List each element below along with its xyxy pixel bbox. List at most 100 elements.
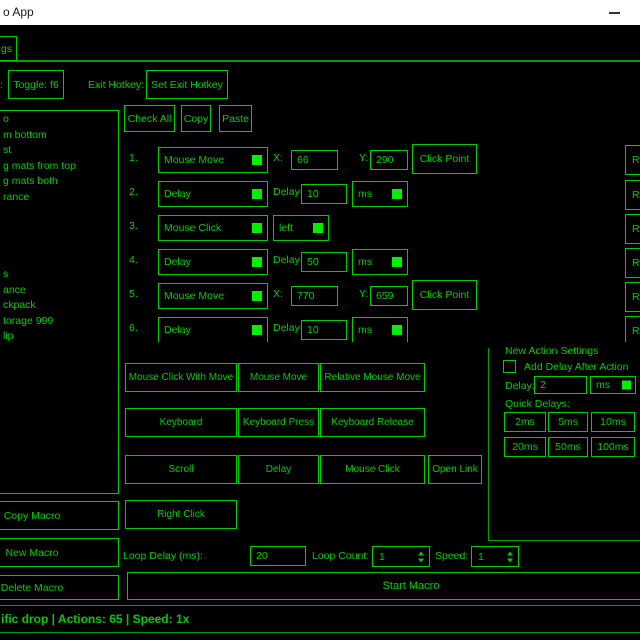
macro-list-item[interactable]: s [0,267,118,283]
remove-action-button[interactable]: R [625,180,640,210]
spinner-arrows-icon[interactable] [507,551,513,562]
remove-action-button[interactable]: R [625,248,640,278]
y-input[interactable] [370,286,408,306]
action-row-number: 2. [129,186,138,198]
action-type-dropdown[interactable]: Mouse Move [158,283,268,309]
quick-delay-50ms-button[interactable]: 50ms [548,437,588,457]
minimize-icon[interactable] [609,12,620,14]
action-type-dropdown[interactable]: Delay [158,317,268,342]
delay-input[interactable] [301,184,347,204]
toggle-hotkey-button[interactable]: Toggle: f6 [8,70,64,99]
dropdown-indicator-icon [392,189,402,199]
palette-mouse-click-button[interactable]: Mouse Click [320,455,425,484]
new-action-settings-border-left [488,348,489,541]
x-label: X: [273,152,283,164]
palette-mouse-move-button[interactable]: Mouse Move [238,363,319,392]
macro-list-item[interactable]: g mats both [0,174,118,190]
palette-keyboard-press-button[interactable]: Keyboard Press [238,408,319,437]
macro-list-item[interactable]: torage 999 [0,314,118,330]
set-exit-hotkey-button[interactable]: Set Exit Hotkey [146,70,228,99]
paste-actions-button[interactable]: Paste [219,105,252,132]
add-delay-checkbox[interactable] [503,360,516,373]
delay-unit-dropdown[interactable]: ms [352,317,408,342]
palette-delay-button[interactable]: Delay [238,455,319,484]
start-macro-button[interactable]: Start Macro [127,572,640,600]
spinner-arrows-icon[interactable] [418,551,424,562]
action-type-value: Mouse Move [164,290,224,302]
palette-keyboard-button[interactable]: Keyboard [125,408,237,437]
remove-action-button[interactable]: R [625,145,640,175]
nas-delay-label: Delay: [505,380,535,392]
quick-delays-label: Quick Delays: [505,398,570,410]
dropdown-indicator-icon [622,381,631,390]
quick-delay-5ms-button[interactable]: 5ms [548,412,588,432]
nas-delay-input[interactable] [534,376,587,394]
x-input[interactable] [291,150,338,170]
macro-list[interactable]: o m bottom st g mats from top g mats bot… [0,110,119,494]
speed-spinner[interactable]: 1 [471,546,519,567]
quick-delay-10ms-button[interactable]: 10ms [591,412,635,432]
delay-unit-dropdown[interactable]: ms [352,181,408,207]
copy-macro-button[interactable]: Copy Macro [0,501,119,530]
macro-list-item[interactable] [0,252,118,268]
macro-list-item[interactable]: o [0,112,118,128]
macro-list-item[interactable]: ckpack [0,298,118,314]
macro-list-item[interactable]: m bottom [0,128,118,144]
status-bar: ific drop | Actions: 65 | Speed: 1x [0,605,640,633]
nas-delay-unit-dropdown[interactable]: ms [590,376,636,394]
macro-list-item[interactable]: rance [0,190,118,206]
loop-count-spinner[interactable]: 1 [372,546,430,567]
copy-actions-button[interactable]: Copy [181,105,211,132]
action-row-number: 5. [129,288,138,300]
check-all-button[interactable]: Check All [124,105,175,132]
y-label: Y: [359,152,368,164]
remove-action-button[interactable]: R [625,214,640,244]
macro-list-item[interactable] [0,221,118,237]
palette-relative-mouse-move-button[interactable]: Relative Mouse Move [320,363,425,392]
macro-list-item[interactable]: st [0,143,118,159]
action-type-dropdown[interactable]: Mouse Click [158,215,268,241]
action-row-number: 4. [129,254,138,266]
macro-list-item[interactable]: g mats from top [0,159,118,175]
quick-delay-20ms-button[interactable]: 20ms [504,437,546,457]
action-type-dropdown[interactable]: Delay [158,249,268,275]
delete-macro-button[interactable]: Delete Macro [0,575,119,600]
click-point-button[interactable]: Click Point [412,144,477,174]
action-type-dropdown[interactable]: Delay [158,181,268,207]
action-type-dropdown[interactable]: Mouse Move [158,147,268,173]
macro-list-item[interactable] [0,236,118,252]
palette-open-link-button[interactable]: Open Link [428,455,482,484]
palette-right-click-button[interactable]: Right Click [125,500,237,529]
loop-delay-label: Loop Delay (ms): [123,550,203,562]
loop-count-label: Loop Count: [312,550,369,562]
macro-list-item[interactable]: lip [0,329,118,345]
dropdown-indicator-icon [252,155,262,165]
loop-delay-input[interactable] [250,546,306,566]
speed-label: Speed: [435,550,468,562]
palette-mouse-click-with-move-button[interactable]: Mouse Click With Move [125,363,237,392]
delay-input[interactable] [301,252,347,272]
exit-hotkey-label: Exit Hotkey: [88,79,144,91]
remove-action-button[interactable]: R [625,282,640,312]
title-bar: o App [0,0,640,25]
macro-list-item[interactable] [0,205,118,221]
palette-keyboard-release-button[interactable]: Keyboard Release [320,408,425,437]
tab-underline [0,60,640,62]
palette-scroll-button[interactable]: Scroll [125,455,237,484]
macro-list-item[interactable]: ance [0,283,118,299]
quick-delay-2ms-button[interactable]: 2ms [504,412,546,432]
dropdown-indicator-icon [252,223,262,233]
mouse-button-value: left [279,222,293,234]
new-macro-button[interactable]: New Macro [0,538,119,567]
loop-count-value: 1 [379,551,385,563]
delay-unit-dropdown[interactable]: ms [352,249,408,275]
remove-action-button[interactable]: R [625,316,640,342]
y-input[interactable] [370,150,408,170]
x-input[interactable] [291,286,338,306]
click-point-button[interactable]: Click Point [412,280,477,310]
delay-input[interactable] [301,320,347,340]
action-type-value: Mouse Click [164,222,221,234]
quick-delay-100ms-button[interactable]: 100ms [591,437,635,457]
mouse-button-dropdown[interactable]: left [273,215,329,241]
tab-settings[interactable]: gs [0,36,17,61]
